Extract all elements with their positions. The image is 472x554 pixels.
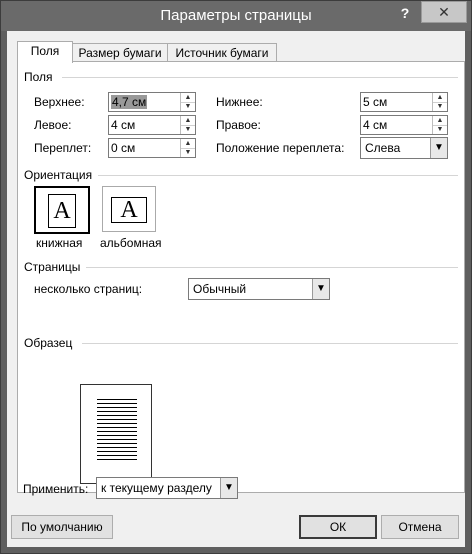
preview-text-line [97, 443, 137, 444]
multiple-pages-value: Обычный [193, 282, 247, 296]
gutter-value[interactable]: 0 см [111, 141, 135, 155]
preview-text-line [97, 427, 137, 428]
apply-to-label: Применить: [23, 482, 89, 496]
spin-down-icon[interactable]: ▼ [433, 102, 447, 111]
gutter-position-value: Слева [365, 141, 401, 155]
gutter-position-label: Положение переплета: [216, 141, 345, 155]
tab-margins[interactable]: Поля [17, 41, 73, 63]
right-margin-spinner[interactable]: 4 см ▲ ▼ [360, 115, 448, 135]
top-margin-spinner[interactable]: 4,7 см ▲ ▼ [108, 92, 196, 112]
preview-page [80, 384, 152, 484]
preview-text-line [97, 415, 137, 416]
gutter-spinner[interactable]: 0 см ▲ ▼ [108, 138, 196, 158]
preview-text-line [97, 455, 137, 456]
title-bar: Параметры страницы ? ✕ [1, 1, 471, 31]
bottom-margin-spinner[interactable]: 5 см ▲ ▼ [360, 92, 448, 112]
landscape-page-icon: A [111, 197, 147, 223]
preview-text-line [97, 447, 137, 448]
set-default-button[interactable]: По умолчанию [11, 515, 113, 539]
portrait-page-icon: A [48, 194, 76, 228]
multiple-pages-label: несколько страниц: [34, 282, 143, 296]
preview-text-line [97, 459, 137, 460]
ok-button[interactable]: ОК [299, 515, 377, 539]
top-margin-value[interactable]: 4,7 см [111, 95, 148, 109]
preview-text-line [97, 423, 137, 424]
spin-down-icon[interactable]: ▼ [181, 102, 195, 111]
page-setup-dialog: Параметры страницы ? ✕ Поля Размер бумаг… [0, 0, 472, 554]
landscape-button[interactable]: A [102, 186, 156, 232]
pages-divider [86, 267, 458, 268]
preview-group-label: Образец [24, 336, 73, 350]
left-margin-spinner[interactable]: 4 см ▲ ▼ [108, 115, 196, 135]
top-margin-label: Верхнее: [34, 95, 85, 109]
orientation-divider [98, 175, 458, 176]
apply-to-value: к текущему разделу [101, 481, 212, 495]
preview-text-line [97, 431, 137, 432]
portrait-label[interactable]: книжная [36, 236, 82, 250]
preview-text-line [97, 407, 137, 408]
close-button[interactable]: ✕ [421, 1, 467, 23]
spin-down-icon[interactable]: ▼ [433, 125, 447, 134]
left-margin-value[interactable]: 4 см [111, 118, 135, 132]
preview-text-line [97, 403, 137, 404]
bottom-margin-label: Нижнее: [216, 95, 263, 109]
right-margin-label: Правое: [216, 118, 261, 132]
bottom-margin-value[interactable]: 5 см [363, 95, 387, 109]
dialog-client: Поля Размер бумаги Источник бумаги Поля … [7, 31, 465, 547]
preview-text-line [97, 435, 137, 436]
apply-to-select[interactable]: к текущему разделу ▼ [96, 477, 238, 499]
tab-paper-size[interactable]: Размер бумаги [72, 43, 168, 62]
help-button[interactable]: ? [395, 5, 415, 23]
preview-text-line [97, 439, 137, 440]
preview-text-line [97, 419, 137, 420]
orientation-group-label: Ориентация [24, 168, 93, 182]
cancel-button[interactable]: Отмена [381, 515, 459, 539]
chevron-down-icon[interactable]: ▼ [430, 138, 447, 158]
margins-divider [62, 77, 458, 78]
preview-divider [82, 343, 458, 344]
preview-text-line [97, 399, 137, 400]
portrait-button[interactable]: A [34, 186, 90, 234]
spin-down-icon[interactable]: ▼ [181, 125, 195, 134]
preview-text-line [97, 451, 137, 452]
left-margin-label: Левое: [34, 118, 72, 132]
margins-group-label: Поля [24, 70, 53, 84]
landscape-label[interactable]: альбомная [100, 236, 162, 250]
gutter-position-select[interactable]: Слева ▼ [360, 137, 448, 159]
right-margin-value[interactable]: 4 см [363, 118, 387, 132]
gutter-label: Переплет: [34, 141, 92, 155]
spin-down-icon[interactable]: ▼ [181, 148, 195, 157]
chevron-down-icon[interactable]: ▼ [220, 478, 237, 498]
multiple-pages-select[interactable]: Обычный ▼ [188, 278, 330, 300]
pages-group-label: Страницы [24, 260, 81, 274]
preview-text-line [97, 411, 137, 412]
chevron-down-icon[interactable]: ▼ [312, 279, 329, 299]
margins-panel: Поля Верхнее: 4,7 см ▲ ▼ Нижнее: 5 см ▲ ▼ … [17, 61, 465, 493]
tab-paper-source[interactable]: Источник бумаги [167, 43, 277, 62]
